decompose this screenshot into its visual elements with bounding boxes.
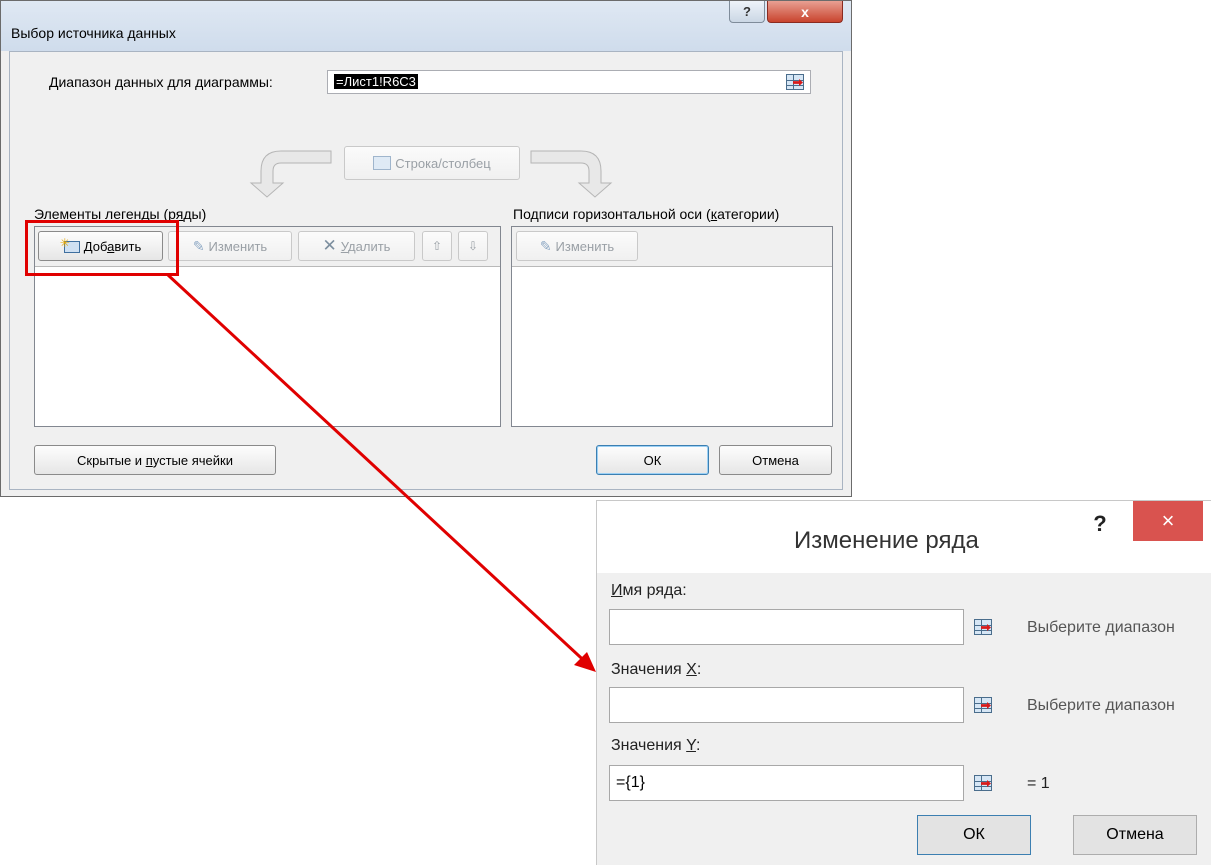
annotation-arrow (166, 273, 596, 672)
